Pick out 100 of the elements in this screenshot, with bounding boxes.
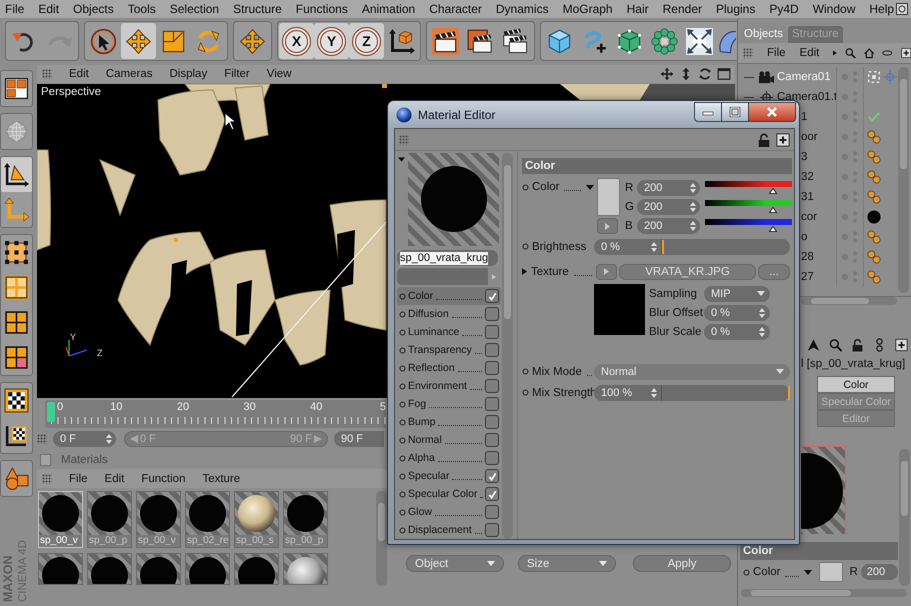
channel-item[interactable]: Transparency: [397, 341, 501, 359]
checkbox[interactable]: [485, 307, 499, 321]
dropdown[interactable]: Normal: [594, 364, 790, 380]
spheres-icon[interactable]: [867, 270, 881, 284]
object-name[interactable]: 27: [801, 271, 814, 283]
menu-item[interactable]: File: [767, 47, 786, 59]
lock-icon[interactable]: [757, 132, 771, 146]
arrow-button[interactable]: [596, 264, 617, 280]
plus-icon[interactable]: [895, 338, 908, 352]
grip-icon[interactable]: [37, 434, 47, 444]
tool-button[interactable]: [121, 23, 156, 59]
browse-button[interactable]: ...: [758, 264, 790, 280]
menu-item[interactable]: Edit: [800, 47, 820, 59]
channel-item[interactable]: Reflection: [397, 359, 501, 377]
slider-marker[interactable]: [662, 240, 664, 254]
menu-item[interactable]: Edit: [69, 68, 89, 80]
number-field[interactable]: 100 %: [594, 384, 661, 400]
menu-item[interactable]: Hair: [626, 2, 649, 16]
pan-icon[interactable]: [660, 67, 674, 81]
ring-icon[interactable]: [399, 346, 406, 354]
channel-item[interactable]: Specular Color: [397, 485, 501, 503]
spheres-icon[interactable]: [867, 170, 881, 184]
vertical-scrollbar[interactable]: [899, 449, 910, 586]
checkbox[interactable]: [485, 289, 499, 303]
menu-item[interactable]: MoGraph: [562, 2, 613, 16]
spinner-arrows-icon[interactable]: [106, 434, 112, 444]
object-name[interactable]: 31: [801, 191, 814, 203]
ring-icon[interactable]: [399, 328, 406, 336]
material-thumbnail[interactable]: [283, 553, 328, 585]
ring-icon[interactable]: [399, 292, 406, 300]
checkbox[interactable]: [485, 397, 499, 411]
channel-item[interactable]: Bump: [397, 413, 501, 431]
menu-item[interactable]: Structure: [233, 2, 282, 16]
checkbox[interactable]: [485, 469, 499, 483]
spinner-arrows-icon[interactable]: [651, 388, 657, 398]
checkbox[interactable]: [485, 379, 499, 393]
object-name[interactable]: oor: [801, 131, 818, 143]
ring-icon[interactable]: [399, 472, 406, 480]
spinner-arrows-icon[interactable]: [759, 308, 765, 318]
vertical-scrollbar[interactable]: [376, 491, 387, 586]
grip-icon[interactable]: [42, 474, 52, 484]
dropdown[interactable]: Size: [518, 555, 616, 572]
object-name[interactable]: Camera01.t: [777, 91, 838, 103]
object-name[interactable]: o: [801, 231, 808, 243]
ring-icon[interactable]: [399, 310, 406, 318]
channel-item[interactable]: Specular: [397, 467, 501, 485]
frame-field[interactable]: 0 F: [53, 431, 116, 447]
timeline-ruler[interactable]: 0 10 20 30 40 5: [45, 400, 386, 428]
dropdown[interactable]: MIP: [704, 286, 770, 302]
color-swatch[interactable]: [819, 562, 844, 582]
grip-icon[interactable]: [399, 134, 409, 144]
material-thumbnail[interactable]: [185, 553, 230, 585]
menu-item[interactable]: Texture: [202, 472, 240, 484]
grip-icon[interactable]: [743, 48, 753, 58]
checkbox[interactable]: [485, 505, 499, 519]
object-name[interactable]: 1: [801, 111, 808, 123]
axis-lock-button[interactable]: Y: [314, 23, 349, 59]
maximize-view-icon[interactable]: [717, 67, 731, 81]
display-tag-icon[interactable]: [867, 70, 881, 84]
object-name[interactable]: 3: [801, 151, 808, 163]
axis-lock-button[interactable]: X: [279, 23, 314, 59]
menu-item[interactable]: File: [5, 2, 24, 16]
number-field[interactable]: 200: [637, 180, 700, 196]
triangle-right-icon[interactable]: [833, 49, 838, 57]
ring-icon[interactable]: [399, 418, 406, 426]
menu-item[interactable]: Py4D: [769, 2, 799, 16]
ring-icon[interactable]: [522, 243, 529, 250]
channel-item[interactable]: Environment: [397, 377, 501, 395]
spheres-icon[interactable]: [867, 190, 881, 204]
channel-item[interactable]: Color: [397, 287, 501, 305]
plus-icon[interactable]: [900, 46, 911, 60]
menu-item[interactable]: Edit: [38, 2, 60, 16]
dropdown[interactable]: Object: [406, 555, 504, 572]
menu-item[interactable]: Edit: [104, 472, 124, 484]
menu-item[interactable]: Function: [141, 472, 186, 484]
checkbox[interactable]: [485, 325, 499, 339]
search-icon[interactable]: [829, 338, 842, 352]
ring-icon[interactable]: [399, 508, 406, 516]
pointer-triangle-icon[interactable]: [807, 338, 820, 352]
spheres-icon[interactable]: [867, 130, 881, 144]
arrow-button[interactable]: [597, 218, 618, 234]
axis-lock-button[interactable]: Z: [349, 23, 384, 59]
close-button[interactable]: [749, 102, 796, 122]
menu-item[interactable]: Window: [812, 2, 856, 16]
ring-icon[interactable]: [399, 436, 406, 444]
checkbox[interactable]: [485, 523, 499, 537]
expand-arrow-icon[interactable]: [522, 268, 527, 275]
material-thumbnail[interactable]: sp_00_v: [38, 491, 83, 548]
maximize-button[interactable]: [722, 102, 749, 122]
spinner-arrows-icon[interactable]: [690, 182, 696, 192]
channel-item[interactable]: Normal: [397, 431, 501, 449]
checkbox[interactable]: [485, 487, 499, 501]
grip-icon[interactable]: [42, 69, 52, 79]
number-field[interactable]: 200: [637, 198, 700, 214]
number-field[interactable]: 200: [860, 564, 898, 580]
caret-down-icon[interactable]: [398, 157, 405, 162]
number-field[interactable]: 200: [637, 218, 700, 234]
menu-item[interactable]: Animation: [362, 2, 416, 16]
menu-item[interactable]: Render: [662, 2, 702, 16]
layout-icon[interactable]: [896, 3, 908, 15]
